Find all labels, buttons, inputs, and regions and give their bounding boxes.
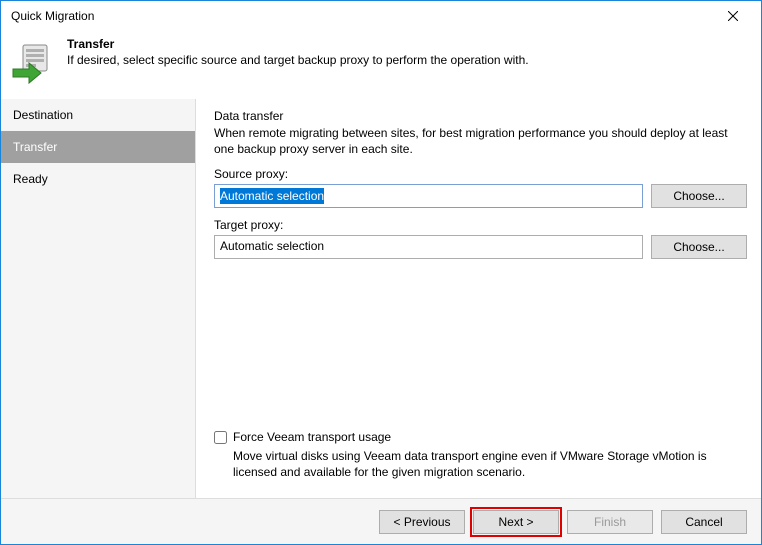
- sidebar-item-destination[interactable]: Destination: [1, 99, 195, 131]
- transfer-icon: [11, 41, 55, 85]
- close-button[interactable]: [713, 4, 753, 28]
- header: Transfer If desired, select specific sou…: [1, 31, 761, 99]
- target-choose-button[interactable]: Choose...: [651, 235, 747, 259]
- footer: < Previous Next > Finish Cancel: [1, 498, 761, 544]
- source-proxy-label: Source proxy:: [214, 167, 747, 181]
- previous-button[interactable]: < Previous: [379, 510, 465, 534]
- force-transport-checkbox[interactable]: [214, 431, 227, 444]
- content: Data transfer When remote migrating betw…: [196, 99, 761, 498]
- close-icon: [728, 11, 738, 21]
- source-proxy-row: Automatic selection Choose...: [214, 184, 747, 208]
- window: Quick Migration Transfer If desired, sel…: [0, 0, 762, 545]
- sidebar-item-ready[interactable]: Ready: [1, 163, 195, 195]
- body: Destination Transfer Ready Data transfer…: [1, 99, 761, 498]
- cancel-button[interactable]: Cancel: [661, 510, 747, 534]
- force-transport-desc: Move virtual disks using Veeam data tran…: [233, 448, 747, 480]
- section-label: Data transfer: [214, 109, 747, 123]
- force-transport-label[interactable]: Force Veeam transport usage: [233, 430, 391, 444]
- source-choose-button[interactable]: Choose...: [651, 184, 747, 208]
- target-proxy-label: Target proxy:: [214, 218, 747, 232]
- sidebar: Destination Transfer Ready: [1, 99, 196, 498]
- source-proxy-input[interactable]: Automatic selection: [214, 184, 643, 208]
- section-desc: When remote migrating between sites, for…: [214, 125, 747, 157]
- finish-button: Finish: [567, 510, 653, 534]
- header-title: Transfer: [67, 37, 529, 51]
- next-button[interactable]: Next >: [473, 510, 559, 534]
- target-proxy-row: Automatic selection Choose...: [214, 235, 747, 259]
- target-proxy-input[interactable]: Automatic selection: [214, 235, 643, 259]
- header-text: Transfer If desired, select specific sou…: [67, 37, 529, 67]
- header-desc: If desired, select specific source and t…: [67, 53, 529, 67]
- titlebar: Quick Migration: [1, 1, 761, 31]
- force-transport-row: Force Veeam transport usage: [214, 430, 747, 444]
- sidebar-item-transfer[interactable]: Transfer: [1, 131, 195, 163]
- window-title: Quick Migration: [11, 9, 94, 23]
